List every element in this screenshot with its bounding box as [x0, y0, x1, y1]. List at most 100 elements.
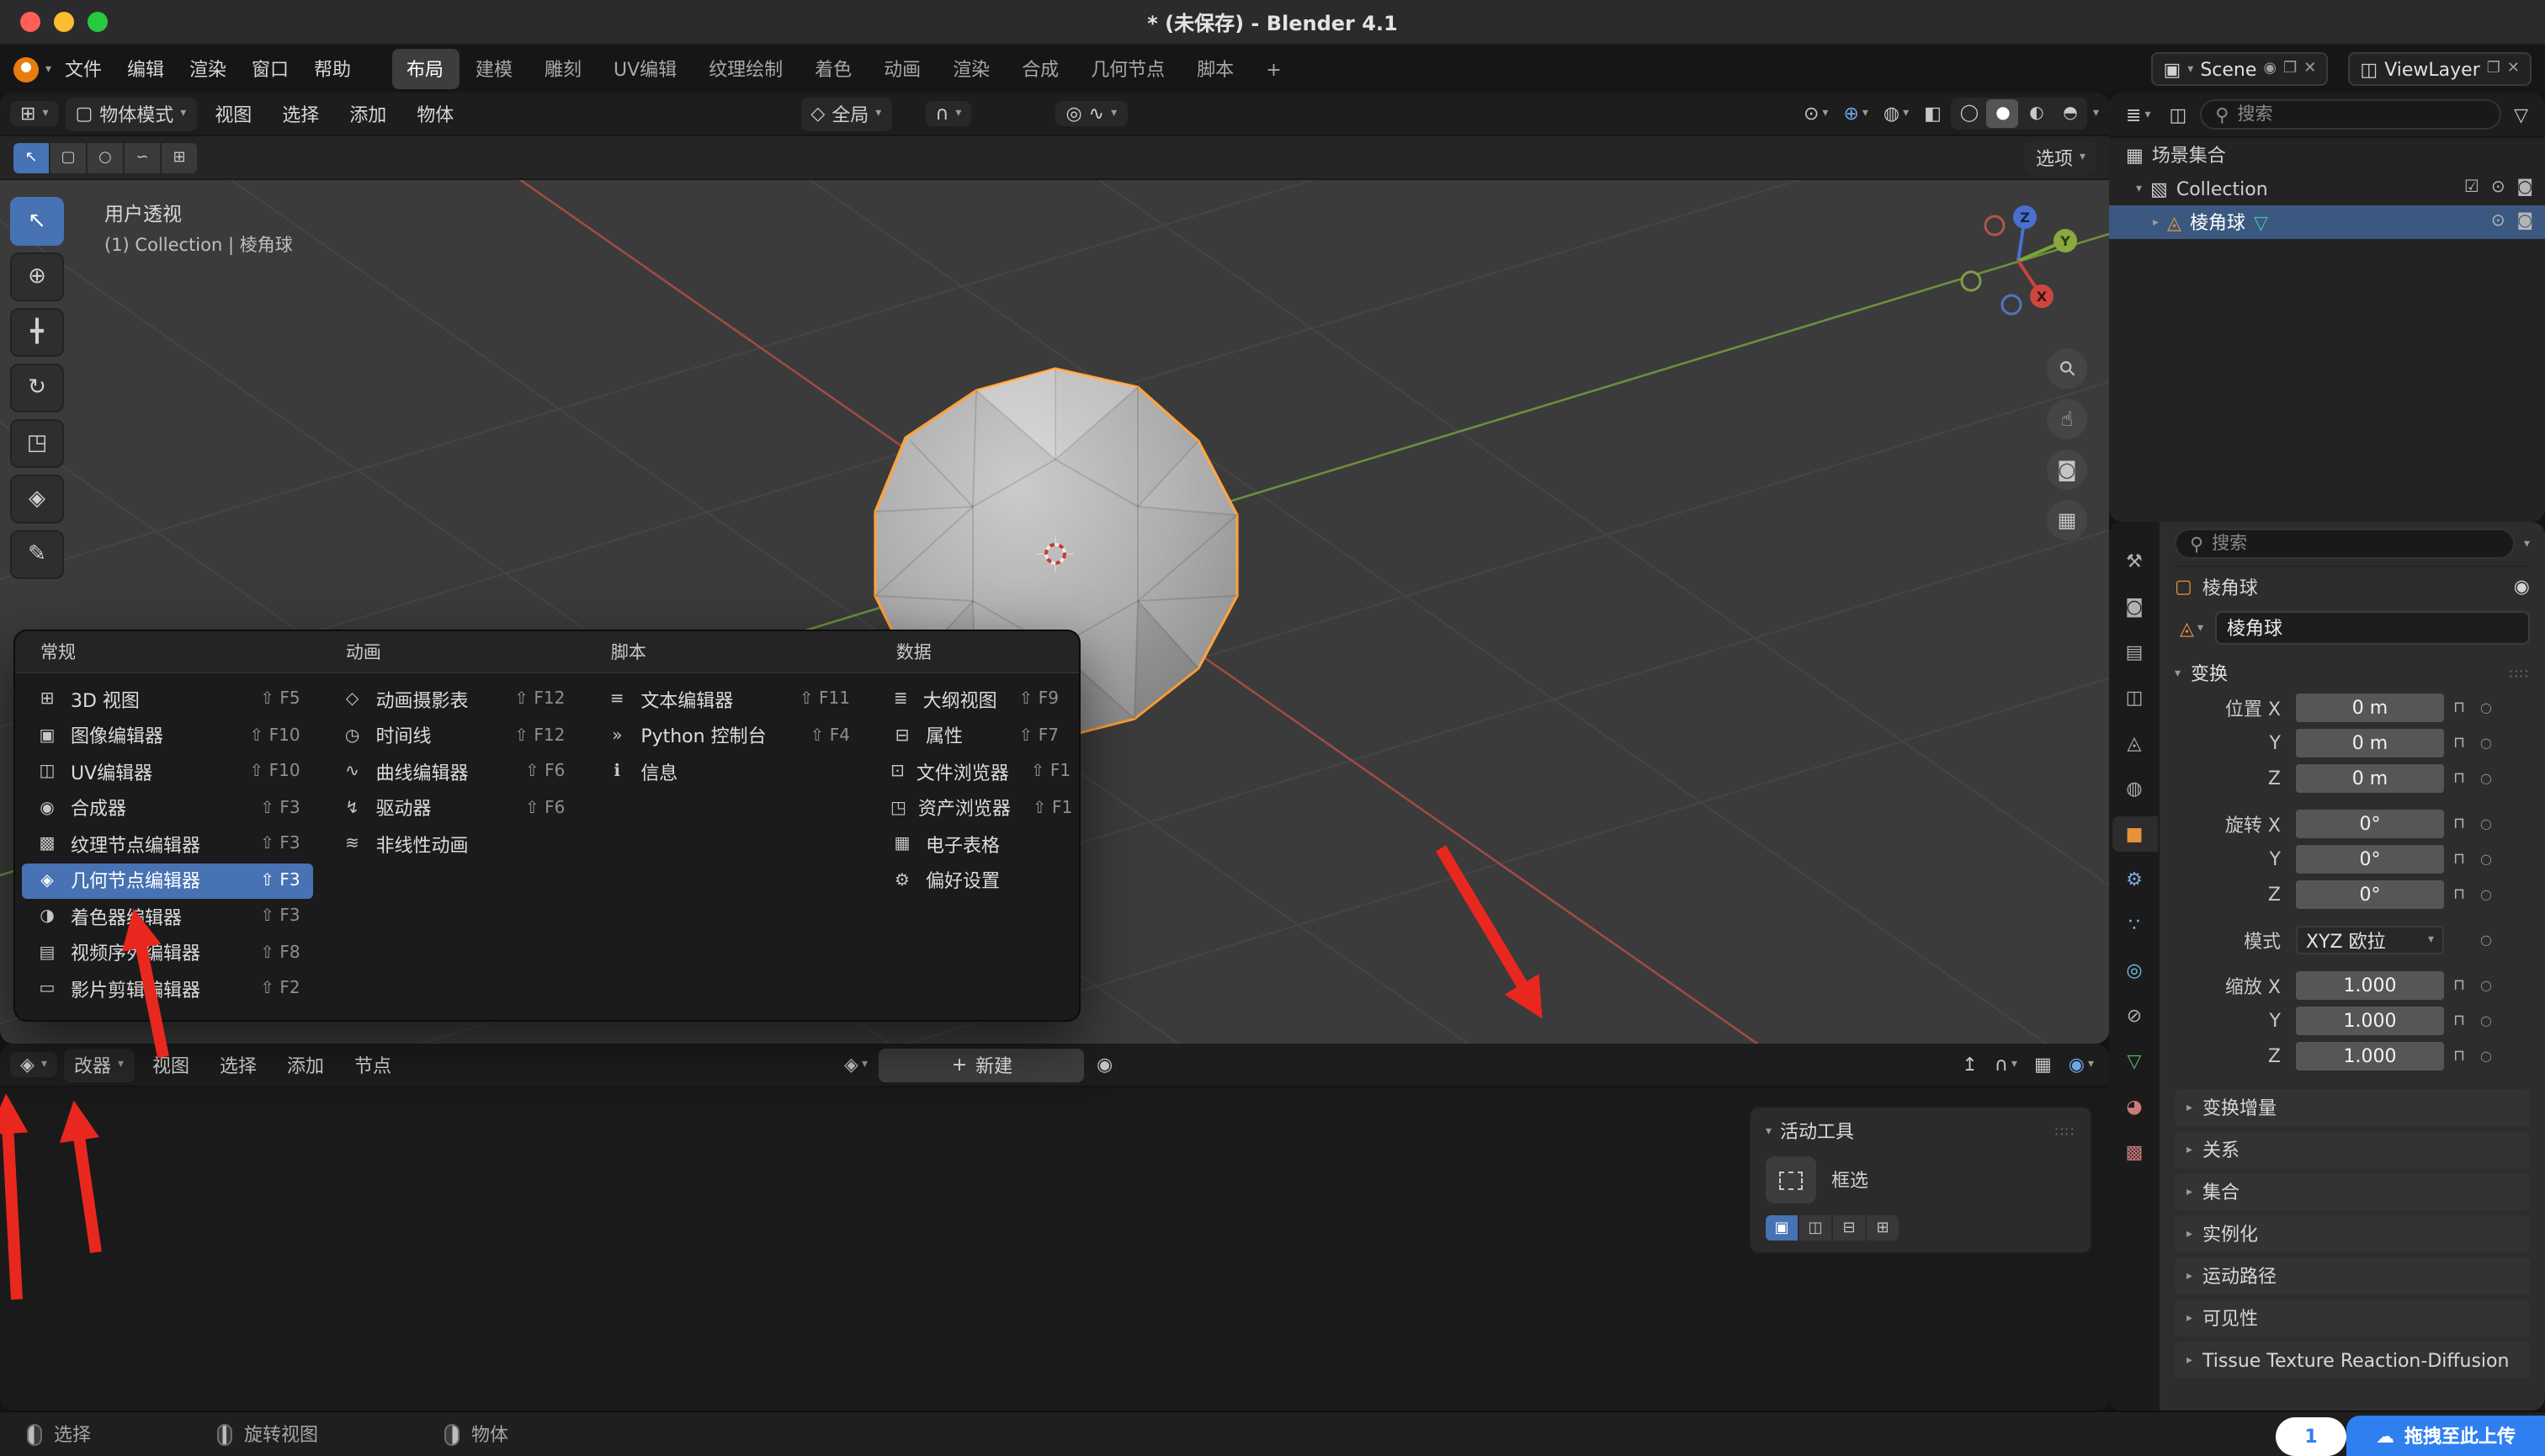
menu-item-properties[interactable]: ⊟属性⇧ F7 — [877, 718, 1072, 754]
filter-button[interactable]: ▽ — [2509, 102, 2533, 127]
menu-item-text-editor[interactable]: ≡文本编辑器⇧ F11 — [592, 682, 863, 718]
camera-view-button[interactable]: ◙ — [2047, 449, 2087, 490]
properties-tab-view-layer[interactable]: ◫ — [2112, 680, 2157, 715]
menu-object[interactable]: 物体 — [405, 97, 465, 130]
outliner-search[interactable]: ⚲ — [2200, 99, 2500, 130]
menu-item-texture-node-editor[interactable]: ▩纹理节点编辑器⇧ F3 — [22, 826, 314, 863]
lock-icon[interactable]: ⊓ — [2444, 770, 2474, 787]
tissue-panel[interactable]: ▸ Tissue Texture Reaction-Diffusion — [2175, 1342, 2530, 1379]
grid-snap-button[interactable]: ▦ — [2029, 1052, 2057, 1077]
editor-type-button[interactable]: ⊞ ▾ — [10, 101, 58, 126]
select-extend-mode[interactable]: ◫ — [1799, 1215, 1831, 1241]
decorator-icon[interactable]: ○ — [2474, 816, 2498, 832]
properties-tab-particles[interactable]: ∵ — [2112, 907, 2157, 943]
decorator-icon[interactable]: ○ — [2474, 978, 2498, 993]
menu-item-preferences[interactable]: ⚙偏好设置 — [877, 863, 1072, 899]
menu-node[interactable]: 节点 — [343, 1048, 403, 1081]
menu-item-movie-clip-editor[interactable]: ▭影片剪辑编辑器⇧ F2 — [22, 971, 314, 1007]
disable-render-icon[interactable]: ◙ — [2517, 214, 2533, 231]
menu-item-spreadsheet[interactable]: ▦电子表格 — [877, 826, 1072, 863]
pin-icon[interactable]: ◉ — [1092, 1050, 1118, 1079]
transform-panel-header[interactable]: ▾ 变换 ∷∷ — [2175, 655, 2530, 692]
new-node-tree-button[interactable]: + 新建 — [879, 1048, 1085, 1081]
upload-drop-button[interactable]: ☁ 拖拽至此上传 — [2346, 1416, 2545, 1456]
pin-icon[interactable]: ◉ — [2263, 61, 2277, 77]
pin-icon[interactable]: ◉ — [2514, 577, 2530, 596]
properties-tab-modifiers[interactable]: ⚙ — [2112, 862, 2157, 897]
snap-dropdown[interactable]: ∩ ▾ — [925, 101, 971, 126]
menu-select[interactable]: 选择 — [270, 97, 331, 130]
decorator-icon[interactable]: ○ — [2474, 1013, 2498, 1028]
workspace-tab-scripting[interactable]: 脚本 — [1182, 49, 1249, 89]
relations-panel[interactable]: ▸ 关系 — [2175, 1131, 2530, 1168]
hide-eye-icon[interactable]: ⊙ — [2491, 214, 2505, 231]
object-row-icosphere[interactable]: ▸ ◬ 棱角球 ▽ ⊙ ◙ — [2109, 205, 2545, 239]
visibility-dropdown[interactable]: ⊙ ▾ — [1799, 101, 1833, 126]
close-icon[interactable]: ✕ — [2303, 61, 2316, 77]
shading-wireframe-button[interactable]: ◯ — [1953, 99, 1985, 128]
scale-tool[interactable]: ◳ — [10, 419, 64, 468]
menu-item-geometry-node-editor[interactable]: ◈几何节点编辑器⇧ F3 — [22, 863, 314, 899]
menu-item-file-browser[interactable]: ⊡文件浏览器⇧ F1 — [877, 754, 1072, 790]
overlays-dropdown[interactable]: ◍ ▾ — [1878, 101, 1914, 126]
blender-logo-icon[interactable] — [13, 56, 39, 82]
scene-selector[interactable]: ▣ ▾ Scene ◉ ❐ ✕ — [2151, 52, 2328, 86]
select-mode-box[interactable]: ▢ — [50, 142, 86, 173]
menu-item-dope-sheet[interactable]: ◇动画摄影表⇧ F12 — [327, 682, 579, 718]
properties-tab-physics[interactable]: ◎ — [2112, 953, 2157, 988]
properties-tab-output[interactable]: ▤ — [2112, 635, 2157, 670]
menu-view[interactable]: 视图 — [141, 1048, 201, 1081]
gizmos-dropdown[interactable]: ⊕ ▾ — [1838, 101, 1873, 126]
snap-dropdown[interactable]: ∩ ▾ — [1990, 1052, 2022, 1077]
scale-x-field[interactable]: 1.000 — [2296, 971, 2444, 1000]
rotate-tool[interactable]: ↻ — [10, 364, 64, 412]
scene-collection-row[interactable]: ▦ 场景集合 — [2109, 138, 2545, 172]
expand-icon[interactable]: ▸ — [2153, 216, 2159, 228]
properties-tab-constraints[interactable]: ⊘ — [2112, 998, 2157, 1034]
decorator-icon[interactable]: ○ — [2474, 887, 2498, 902]
menu-item-shader-editor[interactable]: ◑着色器编辑器⇧ F3 — [22, 899, 314, 935]
menu-render[interactable]: 渲染 — [178, 50, 238, 88]
instancing-panel[interactable]: ▸ 实例化 — [2175, 1215, 2530, 1252]
menu-item-nla-editor[interactable]: ≋非线性动画 — [327, 826, 579, 863]
rotation-y-field[interactable]: 0° — [2296, 845, 2444, 874]
decorator-icon[interactable]: ○ — [2474, 700, 2498, 715]
menu-item-drivers[interactable]: ↯驱动器⇧ F6 — [327, 790, 579, 826]
menu-window[interactable]: 窗口 — [240, 50, 300, 88]
checkbox-checked-icon[interactable]: ☑ — [2464, 180, 2479, 197]
shading-solid-button[interactable]: ● — [1987, 99, 2019, 128]
menu-item-outliner[interactable]: ≣大纲视图⇧ F9 — [877, 682, 1072, 718]
menu-file[interactable]: 文件 — [53, 50, 114, 88]
lock-icon[interactable]: ⊓ — [2444, 816, 2474, 832]
menu-item-compositor[interactable]: ◉合成器⇧ F3 — [22, 790, 314, 826]
menu-item-python-console[interactable]: »Python 控制台⇧ F4 — [592, 718, 863, 754]
object-datablock-dropdown[interactable]: ◬ ▾ — [2175, 615, 2208, 640]
location-x-field[interactable]: 0 m — [2296, 693, 2444, 722]
copy-icon[interactable]: ❐ — [2283, 61, 2297, 77]
breadcrumb-object[interactable]: 棱角球 — [2202, 573, 2258, 600]
lock-icon[interactable]: ⊓ — [2444, 1048, 2474, 1065]
editor-type-button[interactable]: ≣ ▾ — [2121, 102, 2155, 127]
shading-dropdown[interactable]: ▾ — [2093, 108, 2099, 120]
workspace-tab-shading[interactable]: 着色 — [800, 49, 867, 89]
menu-add[interactable]: 添加 — [337, 97, 398, 130]
lock-icon[interactable]: ⊓ — [2444, 886, 2474, 903]
options-dropdown[interactable]: 选项 ▾ — [2026, 141, 2096, 174]
lock-icon[interactable]: ⊓ — [2444, 851, 2474, 868]
annotate-tool[interactable]: ✎ — [10, 530, 64, 579]
workspace-tab-geometry-nodes[interactable]: 几何节点 — [1076, 49, 1180, 89]
select-subtract-mode[interactable]: ⊟ — [1833, 1215, 1865, 1241]
properties-tab-world[interactable]: ◍ — [2112, 771, 2157, 806]
workspace-tab-compositing[interactable]: 合成 — [1007, 49, 1074, 89]
transform-tool[interactable]: ◈ — [10, 475, 64, 523]
select-intersect-mode[interactable]: ⊞ — [1867, 1215, 1899, 1241]
menu-item-3d-viewport[interactable]: ⊞3D 视图⇧ F5 — [22, 682, 314, 718]
lock-icon[interactable]: ⊓ — [2444, 1012, 2474, 1029]
shading-material-button[interactable]: ◐ — [2021, 99, 2053, 128]
decorator-icon[interactable]: ○ — [2474, 1049, 2498, 1064]
close-icon[interactable]: ✕ — [2507, 61, 2520, 77]
rotation-mode-dropdown[interactable]: XYZ 欧拉 ▾ — [2296, 926, 2444, 954]
transform-orientation-dropdown[interactable]: ◇ 全局 ▾ — [800, 97, 891, 130]
node-tree-type-dropdown[interactable]: 改器 ▾ — [64, 1048, 134, 1081]
select-set-mode[interactable]: ▣ — [1766, 1215, 1798, 1241]
